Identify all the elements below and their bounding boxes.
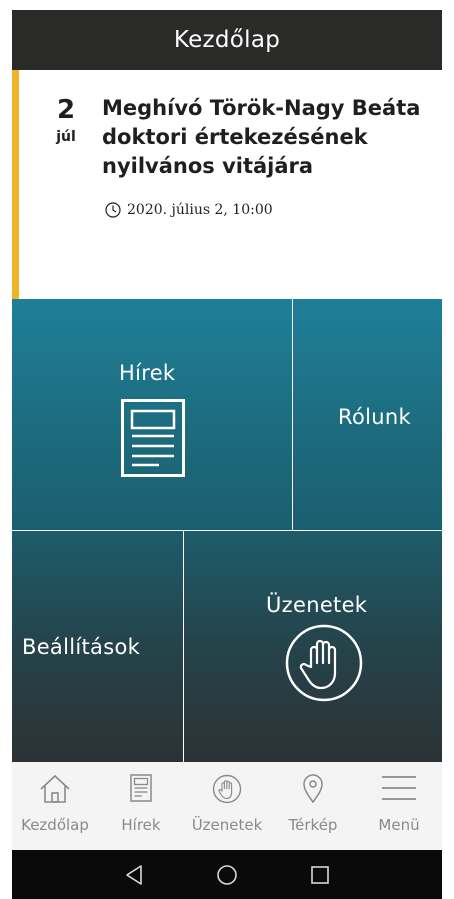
event-time: 2020. július 2, 10:00 xyxy=(105,202,273,218)
tile-grid: Hírek Rólunk Beállítások Üzenetek xyxy=(12,299,442,762)
nav-label-news: Hírek xyxy=(121,816,161,834)
news-tile-label: Hírek xyxy=(119,361,176,385)
recents-button[interactable] xyxy=(305,860,335,890)
back-icon xyxy=(125,864,142,885)
menu-icon xyxy=(382,776,416,800)
nav-label-home: Kezdőlap xyxy=(21,816,89,834)
system-navigation-bar xyxy=(12,850,442,899)
nav-label-map: Térkép xyxy=(288,816,338,834)
home-circle-icon xyxy=(217,864,237,885)
nav-item-news[interactable]: Hírek xyxy=(98,762,184,850)
nav-item-map[interactable]: Térkép xyxy=(270,762,356,850)
event-date: 2 júl xyxy=(46,95,86,145)
map-pin-icon xyxy=(303,774,323,804)
newspaper-icon xyxy=(121,399,185,477)
nav-label-menu: Menü xyxy=(378,816,420,834)
hand-icon xyxy=(285,624,363,702)
event-card[interactable]: 2 júl Meghívó Török-Nagy Beáta doktori é… xyxy=(12,70,442,299)
home-system-button[interactable] xyxy=(212,860,242,890)
event-title: Meghívó Török-Nagy Beáta doktori értekez… xyxy=(102,96,421,178)
bottom-nav: Kezdőlap Hírek Üzenetek Térkép Menü xyxy=(12,762,442,850)
back-button[interactable] xyxy=(119,860,149,890)
settings-tile-label: Beállítások xyxy=(22,635,141,659)
hand-icon xyxy=(212,774,242,804)
page-title: Kezdőlap xyxy=(173,27,281,53)
settings-tile[interactable]: Beállítások xyxy=(12,531,183,762)
about-tile-label: Rólunk xyxy=(338,405,411,429)
newspaper-icon xyxy=(130,774,152,802)
nav-item-messages[interactable]: Üzenetek xyxy=(184,762,270,850)
news-tile[interactable]: Hírek xyxy=(12,299,292,530)
about-tile[interactable]: Rólunk xyxy=(293,299,442,530)
event-day: 2 xyxy=(56,95,76,125)
nav-item-home[interactable]: Kezdőlap xyxy=(12,762,98,850)
clock-icon xyxy=(105,202,121,218)
event-datetime: 2020. július 2, 10:00 xyxy=(127,202,273,218)
event-month: júl xyxy=(56,129,76,145)
home-icon xyxy=(40,774,70,803)
app-header: Kezdőlap xyxy=(12,10,442,70)
nav-label-messages: Üzenetek xyxy=(191,816,263,834)
recents-icon xyxy=(311,865,330,884)
messages-tile[interactable]: Üzenetek xyxy=(184,531,442,762)
nav-item-menu[interactable]: Menü xyxy=(356,762,442,850)
messages-tile-label: Üzenetek xyxy=(266,593,368,617)
